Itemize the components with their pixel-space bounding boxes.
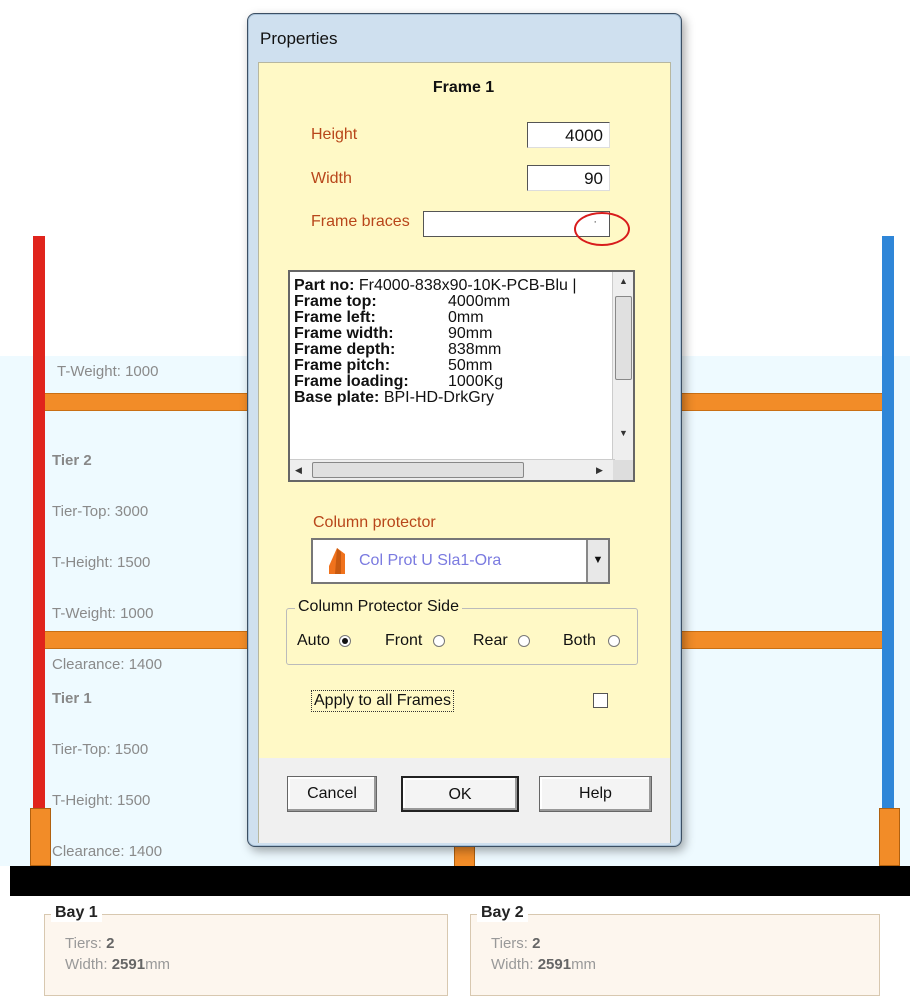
tier2-height: T-Height: 1500 <box>52 554 151 571</box>
radio-auto-label: Auto <box>297 632 330 649</box>
tier2-top: Tier-Top: 3000 <box>52 503 149 520</box>
dialog-title: Properties <box>260 29 338 48</box>
tier2-info: Tier 2 Tier-Top: 3000 T-Height: 1500 T-W… <box>52 418 162 690</box>
radio-front[interactable] <box>433 635 445 647</box>
width-label: Width <box>311 170 352 187</box>
vertical-scrollbar[interactable]: ▲ ▼ <box>612 272 633 462</box>
tier1-beam-right <box>680 631 882 649</box>
tier2-name: Tier 2 <box>52 452 92 469</box>
radio-both[interactable] <box>608 635 620 647</box>
detail-row: Part no: Fr4000-838x90-10K-PCB-Blu | <box>294 277 577 294</box>
tier2-beam-right <box>680 393 882 411</box>
width-input[interactable]: 90 <box>527 165 610 191</box>
left-upright <box>33 236 45 811</box>
bay-1-panel[interactable]: Bay 1 Tiers: 2 Width: 2591mm <box>44 904 448 996</box>
right-upright <box>882 236 894 811</box>
help-button[interactable]: Help <box>539 776 652 812</box>
scroll-right-icon[interactable]: ▶ <box>596 465 603 476</box>
column-protector-icon <box>329 548 345 574</box>
detail-row: Frame width: 90mm <box>294 325 493 342</box>
vertical-scroll-thumb[interactable] <box>615 296 632 380</box>
ok-button[interactable]: OK <box>401 776 519 812</box>
height-input[interactable]: 4000 <box>527 122 610 148</box>
radio-rear-label: Rear <box>473 632 508 649</box>
column-protector-value: Col Prot U Sla1-Ora <box>359 552 502 569</box>
protector-side-legend: Column Protector Side <box>295 598 462 616</box>
right-upright-foot <box>879 808 900 866</box>
detail-row: Frame pitch: 50mm <box>294 357 493 374</box>
detail-row: Frame depth: 838mm <box>294 341 502 358</box>
tier1-clearance: Clearance: 1400 <box>52 843 163 860</box>
frame-braces-label: Frame braces <box>311 213 410 230</box>
detail-row: Frame loading: 1000Kg <box>294 373 504 390</box>
top-weight-label: T-Weight: 1000 <box>57 363 159 380</box>
left-upright-foot <box>30 808 51 866</box>
scroll-up-icon[interactable]: ▲ <box>619 276 628 286</box>
bay-2-title: Bay 2 <box>477 904 528 922</box>
bay-2-panel[interactable]: Bay 2 Tiers: 2 Width: 2591mm <box>470 904 880 996</box>
radio-rear[interactable] <box>518 635 530 647</box>
scroll-down-icon[interactable]: ▼ <box>619 428 628 438</box>
detail-row: Base plate: BPI-HD-DrkGry <box>294 389 495 406</box>
height-label: Height <box>311 126 358 143</box>
horizontal-scrollbar[interactable]: ◀ ▶ <box>290 459 615 480</box>
radio-front-label: Front <box>385 632 423 649</box>
bay-1-width: Width: 2591mm <box>65 956 171 973</box>
floor-line <box>10 866 910 896</box>
scroll-corner <box>613 460 633 480</box>
tier1-top: Tier-Top: 1500 <box>52 741 149 758</box>
tier2-beam-left <box>45 393 247 411</box>
radio-auto[interactable] <box>339 635 351 647</box>
radio-both-label: Both <box>563 632 596 649</box>
bay-2-width: Width: 2591mm <box>491 956 597 973</box>
detail-row: Frame top: 4000mm <box>294 293 511 310</box>
bay-2-tiers: Tiers: 2 <box>491 935 541 952</box>
tier1-name: Tier 1 <box>52 690 92 707</box>
tier1-info: Tier 1 Tier-Top: 1500 T-Height: 1500 Cle… <box>52 656 162 877</box>
tier1-height: T-Height: 1500 <box>52 792 151 809</box>
frame-details-list[interactable]: Part no: Fr4000-838x90-10K-PCB-Blu | Fra… <box>288 270 635 482</box>
column-protector-side-group: Column Protector Side Auto Front Rear Bo… <box>286 598 638 665</box>
dropdown-arrow-icon[interactable]: ▼ <box>586 540 608 582</box>
apply-to-all-label[interactable]: Apply to all Frames <box>311 690 454 712</box>
horizontal-scroll-thumb[interactable] <box>312 462 524 478</box>
bay-1-tiers: Tiers: 2 <box>65 935 115 952</box>
bay-1-title: Bay 1 <box>51 904 102 922</box>
frame-title: Frame 1 <box>432 79 495 96</box>
column-protector-dropdown[interactable]: Col Prot U Sla1-Ora ▼ <box>311 538 610 584</box>
cancel-button[interactable]: Cancel <box>287 776 377 812</box>
highlight-circle <box>574 212 630 246</box>
tier2-weight: T-Weight: 1000 <box>52 605 154 622</box>
apply-to-all-checkbox[interactable] <box>593 693 608 708</box>
column-protector-label: Column protector <box>313 514 436 531</box>
detail-row: Frame left: 0mm <box>294 309 484 326</box>
scroll-left-icon[interactable]: ◀ <box>295 465 302 476</box>
